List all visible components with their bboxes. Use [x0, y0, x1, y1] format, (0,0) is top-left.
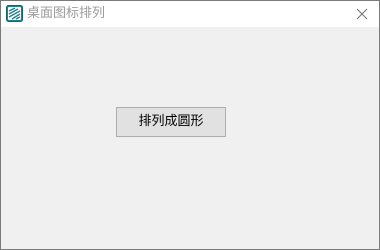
- client-area: 排列成圆形: [1, 27, 379, 249]
- close-button[interactable]: [345, 1, 379, 27]
- close-icon: [356, 8, 368, 20]
- app-window: 桌面图标排列 排列成圆形: [0, 0, 380, 250]
- title-bar[interactable]: 桌面图标排列: [1, 1, 379, 27]
- app-icon: [6, 5, 23, 22]
- arrange-circle-button[interactable]: 排列成圆形: [116, 107, 226, 137]
- window-title: 桌面图标排列: [27, 6, 106, 21]
